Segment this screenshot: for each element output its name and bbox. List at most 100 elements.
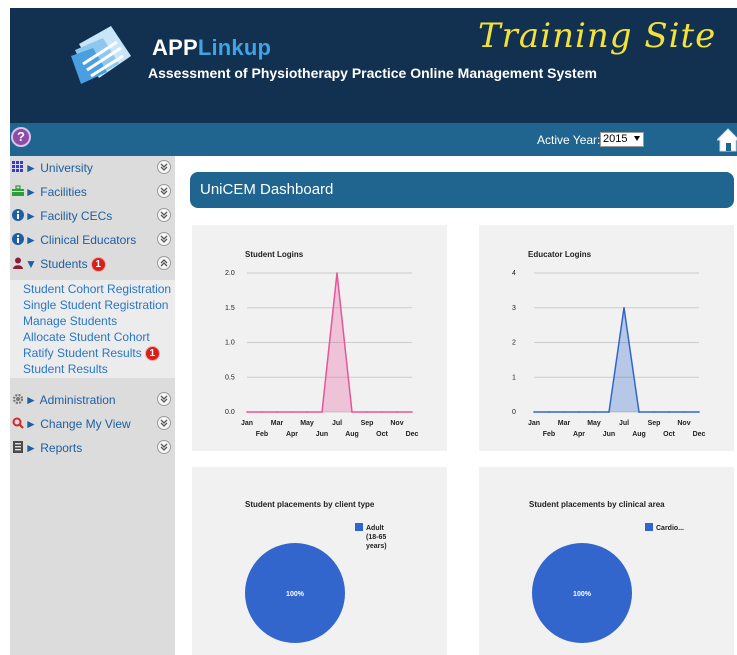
chevron-down-icon[interactable] (157, 392, 171, 406)
sidebar-item-change-my-view[interactable]: ► Change My View (10, 412, 175, 436)
brand-suffix: Linkup (197, 35, 272, 60)
submenu-allocate-student-cohort[interactable]: Allocate Student Cohort (23, 330, 150, 344)
info-icon (12, 233, 24, 245)
data-point (668, 411, 670, 413)
data-point (548, 411, 550, 413)
x-tick-label: Jul (619, 420, 629, 427)
sidebar-item-label: Clinical Educators (40, 233, 137, 247)
x-tick-label: Oct (376, 431, 388, 438)
sidebar-item-students[interactable]: ▼ Students 1 (10, 252, 175, 276)
sidebar-item-label: Reports (40, 441, 83, 455)
data-point (351, 411, 353, 413)
student-logins-chart: Student Logins 0.0 0.5 1.0 1.5 2.0 JanFebMarAp… (225, 250, 419, 438)
x-tick-label: May (587, 420, 601, 427)
nav-arrow: ► (25, 233, 37, 247)
legend-label: Adult (366, 525, 385, 532)
legend-label: years) (366, 543, 387, 550)
gear-icon (12, 393, 24, 405)
submenu-student-cohort-registration[interactable]: Student Cohort Registration (23, 282, 171, 296)
chevron-down-icon[interactable] (157, 208, 171, 222)
clinical-area-card: Student placements by clinical area 100% C… (479, 467, 734, 655)
sidebar-item-facilities[interactable]: ► Facilities (10, 180, 175, 204)
submenu-single-student-registration[interactable]: Single Student Registration (23, 298, 168, 312)
grid-icon (12, 161, 23, 172)
x-tick-label: Jan (528, 420, 540, 427)
home-icon[interactable] (717, 126, 737, 152)
y-tick-label: 1.0 (225, 340, 235, 347)
data-point (366, 411, 368, 413)
x-tick-label: Jul (332, 420, 342, 427)
sidebar-item-reports[interactable]: ► Reports (10, 436, 175, 460)
sidebar-item-university[interactable]: ► University (10, 156, 175, 180)
y-tick-label: 0.5 (225, 374, 235, 381)
chevron-down-icon[interactable] (157, 440, 171, 454)
chevron-up-icon[interactable] (157, 256, 171, 270)
student-logins-card: Student Logins 0.0 0.5 1.0 1.5 2.0 Jan Feb Mar Ap… (192, 225, 447, 451)
nav-arrow: ▼ (25, 257, 37, 271)
data-point (381, 411, 383, 413)
x-tick-label: Oct (663, 431, 675, 438)
chevron-down-icon[interactable] (157, 184, 171, 198)
data-point (276, 411, 278, 413)
x-tick-label: Apr (573, 431, 585, 438)
site-header: APPLinkup Assessment of Physiotherapy Pr… (10, 8, 737, 123)
clinical-area-pie-chart: Student placements by clinical area 100% C… (529, 500, 684, 643)
submenu-student-results[interactable]: Student Results (23, 362, 108, 376)
active-year-select[interactable]: 2015 (600, 132, 644, 147)
x-tick-label: Mar (558, 420, 571, 427)
x-tick-label: Apr (286, 431, 298, 438)
nav-arrow: ► (25, 185, 37, 199)
legend-swatch (645, 523, 653, 531)
applinkup-logo-icon (71, 26, 131, 84)
x-tick-label: Nov (677, 420, 690, 427)
x-tick-label: Feb (543, 431, 555, 438)
x-tick-label: Aug (632, 431, 646, 438)
nav-arrow: ► (25, 209, 37, 223)
data-point (638, 411, 640, 413)
data-point (246, 411, 248, 413)
data-point (683, 411, 685, 413)
help-icon[interactable]: ? (11, 127, 31, 147)
sidebar-item-facility-cecs[interactable]: ► Facility CECs (10, 204, 175, 228)
x-tick-label: Dec (406, 431, 419, 438)
chart-title: Student placements by clinical area (529, 500, 665, 509)
nav-arrow: ► (25, 393, 37, 407)
y-tick-label: 3 (512, 305, 516, 312)
data-point (411, 411, 413, 413)
top-toolbar: ? Active Year: 2015 (10, 123, 737, 156)
client-type-card: Student placements by client type 100% Adu… (192, 467, 447, 655)
data-point (306, 411, 308, 413)
sidebar-item-label: Facilities (40, 185, 87, 199)
chevron-down-icon[interactable] (157, 232, 171, 246)
y-tick-label: 4 (512, 270, 516, 277)
chevron-down-icon[interactable] (157, 160, 171, 174)
brand-name: APPLinkup (152, 35, 271, 61)
x-tick-label: May (300, 420, 314, 427)
y-tick-label: 2 (512, 340, 516, 347)
submenu-ratify-student-results[interactable]: Ratify Student Results 1 (23, 346, 160, 362)
chevron-down-icon (634, 136, 640, 141)
legend-swatch (355, 523, 363, 531)
sidebar-item-clinical-educators[interactable]: ► Clinical Educators (10, 228, 175, 252)
chevron-down-icon[interactable] (157, 416, 171, 430)
submenu-manage-students[interactable]: Manage Students (23, 314, 117, 328)
sidebar-item-administration[interactable]: ► Administration (10, 388, 175, 412)
user-icon (13, 257, 23, 269)
magnifier-icon (12, 417, 24, 429)
brand-prefix: APP (152, 35, 198, 60)
y-tick-label: 0.0 (225, 409, 235, 416)
students-submenu: Student Cohort Registration Single Stude… (10, 280, 175, 378)
y-tick-label: 1 (512, 374, 516, 381)
sidebar-item-label: University (40, 161, 93, 175)
sidebar-item-label: Students (40, 257, 88, 271)
notification-badge: 1 (144, 346, 160, 362)
chart-title: Student Logins (245, 250, 304, 259)
site-tagline: Assessment of Physiotherapy Practice Onl… (148, 65, 597, 81)
client-type-pie-chart: Student placements by client type 100% Adu… (245, 500, 387, 643)
data-point (336, 272, 338, 274)
x-tick-label: Jun (316, 431, 328, 438)
dashboard-title: UniCEM Dashboard (190, 172, 734, 208)
educator-logins-card: Educator Logins 0 1 2 3 4 Jan Feb Mar Apr May Jun Ju… (479, 225, 734, 451)
x-tick-label: Mar (271, 420, 284, 427)
x-tick-label: Jan (241, 420, 253, 427)
